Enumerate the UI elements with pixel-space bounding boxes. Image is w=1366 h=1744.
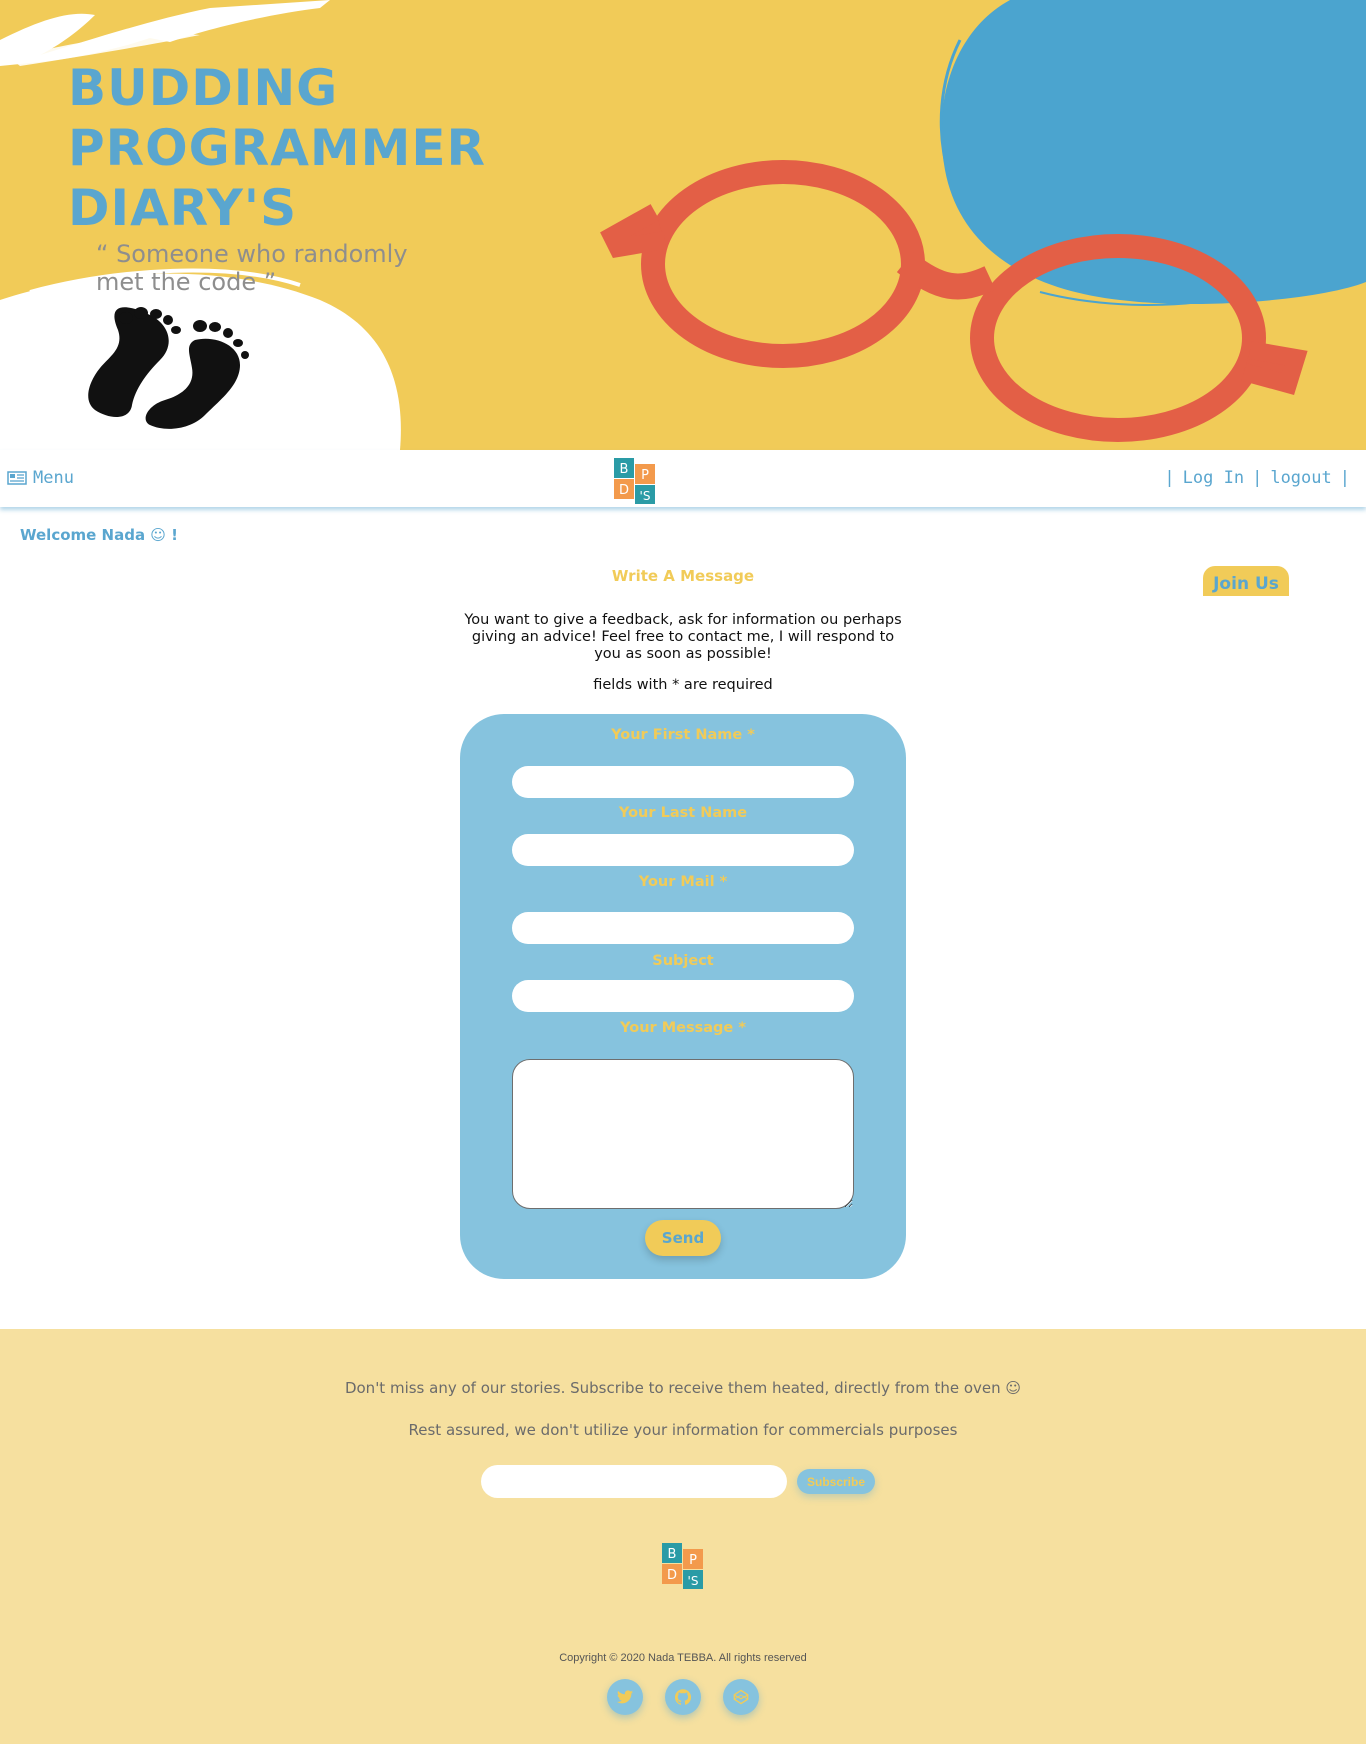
nav-separator: |	[1164, 468, 1175, 488]
twitter-icon	[617, 1690, 633, 1704]
codepen-icon	[733, 1689, 749, 1705]
site-title-line-1: BUDDING	[68, 59, 339, 117]
footer-logo: B P D 'S	[662, 1543, 703, 1589]
nav-separator: |	[1339, 468, 1350, 488]
subscribe-text: Don't miss any of our stories. Subscribe…	[344, 1379, 1022, 1397]
subscribe-email-input[interactable]	[481, 1465, 787, 1498]
logout-link[interactable]: logout	[1270, 468, 1331, 488]
footer: Don't miss any of our stories. Subscribe…	[0, 1329, 1366, 1744]
logo-letter-b: B	[620, 462, 629, 477]
logo-letter-p: P	[689, 1553, 697, 1568]
subject-label: Subject	[652, 953, 714, 969]
menu-label: Menu	[33, 468, 74, 488]
contact-form: Your First Name * Your Last Name Your Ma…	[460, 714, 906, 1279]
site-tagline: “ Someone who randomly met the code ”	[96, 240, 408, 296]
logo-letter-d: D	[667, 1568, 677, 1583]
hero-banner: BUDDING PROGRAMMER DIARY'S “ Someone who…	[0, 0, 1366, 450]
message-label: Your Message *	[620, 1020, 746, 1036]
site-title-line-3: DIARY'S	[68, 179, 298, 237]
login-link[interactable]: Log In	[1183, 468, 1244, 488]
copyright-text: Copyright © 2020 Nada TEBBA. All rights …	[559, 1652, 807, 1664]
first-name-label: Your First Name *	[611, 727, 755, 743]
subject-input[interactable]	[512, 980, 854, 1012]
last-name-input[interactable]	[512, 834, 854, 866]
mail-input[interactable]	[512, 912, 854, 944]
navbar: Menu B P D 'S | Log In | logout |	[0, 450, 1366, 507]
auth-links: | Log In | logout |	[1156, 468, 1358, 488]
contact-title: Write A Message	[611, 567, 755, 585]
logo-letter-s: 'S	[640, 489, 651, 503]
welcome-message: Welcome Nada ☺ !	[20, 526, 179, 544]
newspaper-icon	[7, 471, 27, 485]
site-title-line-2: PROGRAMMER	[68, 119, 487, 177]
nav-logo[interactable]: B P D 'S	[614, 458, 656, 504]
first-name-input[interactable]	[512, 766, 854, 798]
site-title: BUDDING PROGRAMMER DIARY'S	[68, 58, 486, 238]
mail-label: Your Mail *	[638, 874, 728, 890]
logo-letter-p: P	[641, 468, 649, 483]
send-button[interactable]: Send	[645, 1220, 721, 1256]
menu-button[interactable]: Menu	[7, 468, 74, 488]
last-name-label: Your Last Name	[618, 805, 748, 821]
github-link[interactable]	[665, 1679, 701, 1715]
logo-letter-b: B	[668, 1547, 677, 1562]
logo-letter-d: D	[619, 483, 629, 498]
twitter-link[interactable]	[607, 1679, 643, 1715]
required-note: fields with * are required	[593, 677, 773, 693]
logo-letter-s: 'S	[688, 1574, 699, 1588]
codepen-link[interactable]	[723, 1679, 759, 1715]
subscribe-button[interactable]: Subscribe	[797, 1469, 875, 1494]
privacy-text: Rest assured, we don't utilize your info…	[408, 1421, 958, 1439]
github-icon	[675, 1689, 691, 1705]
message-textarea[interactable]	[512, 1059, 854, 1209]
contact-intro: You want to give a feedback, ask for inf…	[464, 612, 902, 662]
nav-separator: |	[1252, 468, 1263, 488]
page: BUDDING PROGRAMMER DIARY'S “ Someone who…	[0, 0, 1366, 1744]
